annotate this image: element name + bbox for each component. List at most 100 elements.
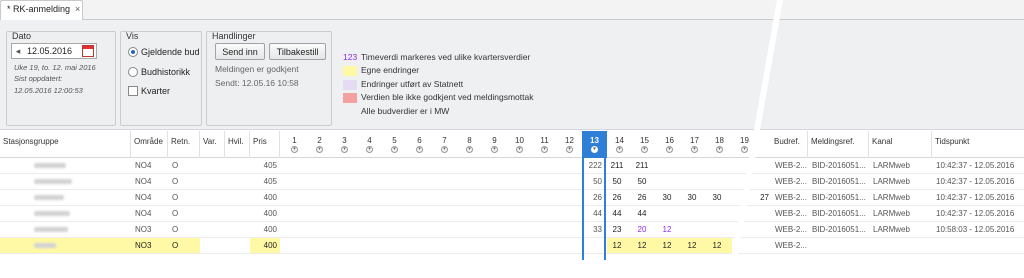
table-row[interactable]: NO4 O 400 26 26 26 30 30 30 27 WEB-2... BID-2016051…	[0, 190, 1024, 206]
chevron-down-icon[interactable]: ▾	[466, 146, 473, 153]
hour-column-1[interactable]: 1 ▾	[282, 131, 307, 158]
cell-omrade: NO4	[135, 193, 152, 202]
legend-text-rejected: Verdien ble ikke godkjent ved meldingsmo…	[361, 92, 534, 102]
cell-hour-15[interactable]: 26	[632, 193, 652, 202]
chevron-down-icon[interactable]: ▾	[366, 146, 373, 153]
send-inn-button[interactable]: Send inn	[215, 43, 265, 60]
chevron-down-icon[interactable]: ▾	[691, 146, 698, 153]
radio-gjeldende-bud[interactable]	[128, 47, 138, 57]
hour-column-16[interactable]: 16 ▾	[657, 131, 682, 158]
hour-column-5[interactable]: 5 ▾	[382, 131, 407, 158]
table-row[interactable]: NO4 O 405 50 50 50 WEB-2... BID-2016051... LARMw…	[0, 174, 1024, 190]
cell-hour-extra[interactable]: 27	[757, 193, 769, 202]
table-row[interactable]: NO3 O 400 33 23 20 12 WEB-2... BID-2016051... LAR…	[0, 222, 1024, 238]
chevron-down-icon[interactable]: ▾	[666, 146, 673, 153]
chevron-down-icon[interactable]: ▾	[391, 146, 398, 153]
hour-label: 18	[715, 136, 724, 145]
cell-hour-16[interactable]: 30	[657, 193, 677, 202]
radio-budhistorikk[interactable]	[128, 67, 138, 77]
cell-omrade: NO4	[135, 209, 152, 218]
redacted-station-name	[34, 195, 64, 200]
radio-budhistorikk-label: Budhistorikk	[141, 67, 191, 77]
table-row[interactable]: NO3 O 400 12 12 12 12 12 WEB-2...	[0, 238, 1024, 254]
cell-hour-14[interactable]: 50	[607, 177, 627, 186]
chevron-down-icon[interactable]: ▾	[416, 146, 423, 153]
chevron-down-icon[interactable]: ▾	[641, 146, 648, 153]
col-kanal[interactable]: Kanal	[869, 131, 932, 158]
chevron-down-icon[interactable]: ▾	[716, 146, 723, 153]
cell-hour-15[interactable]: 44	[632, 209, 652, 218]
hour-column-18[interactable]: 18 ▾	[707, 131, 732, 158]
chevron-left-icon[interactable]: ◂	[12, 46, 24, 57]
chevron-down-icon[interactable]: ▾	[591, 146, 598, 153]
date-input[interactable]: ◂ 12.05.2016	[11, 43, 97, 59]
hour-label: 17	[690, 136, 699, 145]
cell-hour-17[interactable]: 12	[682, 241, 702, 250]
hour-column-15[interactable]: 15 ▾	[632, 131, 657, 158]
dato-title: Dato	[12, 31, 32, 41]
hour-column-9[interactable]: 9 ▾	[482, 131, 507, 158]
col-meldingref[interactable]: Meldingsref.	[808, 131, 869, 158]
cell-pris[interactable]: 405	[250, 161, 277, 170]
cell-hour-14[interactable]: 26	[607, 193, 627, 202]
cell-pris[interactable]: 405	[250, 177, 277, 186]
tilbakestill-button[interactable]: Tilbakestill	[269, 43, 326, 60]
tab-rk-anmelding[interactable]: * RK-anmelding ×	[0, 0, 83, 20]
table-row[interactable]: NO4 O 405 222 211 211 WEB-2... BID-2016051... LA…	[0, 158, 1024, 174]
hour-column-10[interactable]: 10 ▾	[507, 131, 532, 158]
hour-column-14[interactable]: 14 ▾	[607, 131, 632, 158]
cell-pris[interactable]: 400	[250, 209, 277, 218]
table-row[interactable]: NO4 O 400 44 44 44 WEB-2... BID-2016051... LARMw…	[0, 206, 1024, 222]
col-omrade[interactable]: Område	[131, 131, 168, 158]
chevron-down-icon[interactable]: ▾	[341, 146, 348, 153]
cell-hour-16[interactable]: 12	[657, 225, 677, 234]
col-retn[interactable]: Retn.	[168, 131, 200, 158]
hour-column-3[interactable]: 3 ▾	[332, 131, 357, 158]
cell-pris[interactable]: 400	[250, 241, 277, 250]
chevron-down-icon[interactable]: ▾	[441, 146, 448, 153]
chevron-down-icon[interactable]: ▾	[616, 146, 623, 153]
cell-hour-15[interactable]: 211	[632, 161, 652, 170]
cell-hour-17[interactable]: 30	[682, 193, 702, 202]
cell-hour-16[interactable]: 12	[657, 241, 677, 250]
hour-column-17[interactable]: 17 ▾	[682, 131, 707, 158]
cell-hour-14[interactable]: 12	[607, 241, 627, 250]
chevron-down-icon[interactable]: ▾	[541, 146, 548, 153]
hour-column-6[interactable]: 6 ▾	[407, 131, 432, 158]
col-hvil[interactable]: Hvil.	[225, 131, 250, 158]
cell-tidspunkt: 10:42:37 - 12.05.2016	[936, 177, 1015, 186]
chevron-down-icon[interactable]: ▾	[491, 146, 498, 153]
hour-label: 9	[492, 136, 497, 145]
chevron-down-icon[interactable]: ▾	[291, 146, 298, 153]
cell-hour-18[interactable]: 30	[707, 193, 727, 202]
col-tidspunkt[interactable]: Tidspunkt	[932, 131, 1024, 158]
kvarter-checkbox[interactable]	[128, 86, 138, 96]
cell-hour-15[interactable]: 20	[632, 225, 652, 234]
calendar-icon[interactable]	[82, 45, 94, 57]
col-stasjonsgruppe[interactable]: Stasjonsgruppe	[0, 131, 131, 158]
hour-column-13[interactable]: 13 ▾	[582, 131, 607, 158]
col-budref[interactable]: Budref.	[771, 131, 808, 158]
cell-hour-15[interactable]: 50	[632, 177, 652, 186]
cell-hour-14[interactable]: 44	[607, 209, 627, 218]
cell-hour-18[interactable]: 12	[707, 241, 727, 250]
close-icon[interactable]: ×	[75, 4, 80, 14]
cell-hour-15[interactable]: 12	[632, 241, 652, 250]
hour-column-8[interactable]: 8 ▾	[457, 131, 482, 158]
cell-hour-14[interactable]: 23	[607, 225, 627, 234]
hour-column-12[interactable]: 12 ▾	[557, 131, 582, 158]
chevron-down-icon[interactable]: ▾	[316, 146, 323, 153]
own-change-highlight	[0, 238, 200, 253]
hour-column-2[interactable]: 2 ▾	[307, 131, 332, 158]
cell-hour-14[interactable]: 211	[607, 161, 627, 170]
chevron-down-icon[interactable]: ▾	[566, 146, 573, 153]
col-pris[interactable]: Pris	[250, 131, 280, 158]
hour-column-11[interactable]: 11 ▾	[532, 131, 557, 158]
hour-column-4[interactable]: 4 ▾	[357, 131, 382, 158]
col-var[interactable]: Var.	[200, 131, 225, 158]
chevron-down-icon[interactable]: ▾	[516, 146, 523, 153]
cell-pris[interactable]: 400	[250, 193, 277, 202]
hour-column-7[interactable]: 7 ▾	[432, 131, 457, 158]
cell-pris[interactable]: 400	[250, 225, 277, 234]
chevron-down-icon[interactable]: ▾	[741, 146, 748, 153]
